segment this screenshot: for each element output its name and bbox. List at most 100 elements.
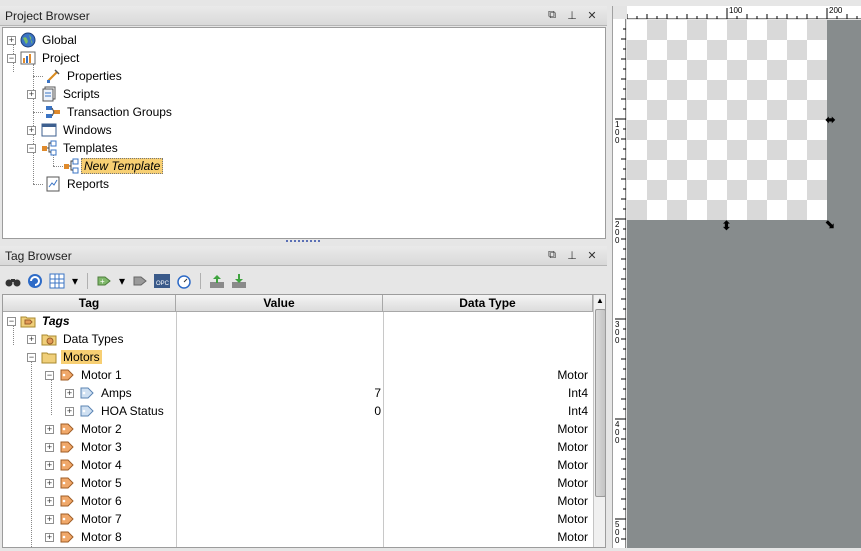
expand-icon[interactable]: + [45,424,54,434]
expand-icon[interactable]: + [27,125,36,135]
collapse-icon[interactable]: − [45,370,54,380]
tag-row-motors[interactable]: − Motors [27,348,102,366]
tag-row-hoa-status[interactable]: + HOA Status [65,402,166,420]
tag-row-motor-2[interactable]: + Motor 2 [45,420,124,438]
timer-icon[interactable] [175,272,193,290]
binoculars-icon[interactable] [4,272,22,290]
expand-icon[interactable]: + [27,89,36,99]
dropdown-icon[interactable]: ▾ [117,272,127,290]
expand-icon[interactable]: + [45,478,54,488]
vertical-scrollbar[interactable]: ▲ [593,295,605,547]
tag-row-motor-8[interactable]: + Motor 8 [45,528,124,546]
udt-tag-icon [60,513,74,525]
close-icon[interactable]: ✕ [585,248,599,262]
dropdown-icon[interactable]: ▾ [70,272,80,290]
tree-item-templates[interactable]: − Templates [27,139,120,157]
tree-item-label: Scripts [63,87,100,101]
tag-label: Amps [101,386,132,400]
tree-item-transaction-groups[interactable]: Transaction Groups [45,103,174,121]
expand-icon[interactable]: + [65,388,74,398]
designer-canvas-area: 100 200 100 200 300 400 500 ⬌ ⬍ ⬊ [612,6,861,548]
tag-label: Motor 6 [81,494,122,508]
tag-label: Motor 7 [81,512,122,526]
expand-icon[interactable]: + [45,460,54,470]
tag-label: Motor 1 [81,368,122,382]
delete-tag-icon[interactable] [131,272,149,290]
ruler-label: 500 [615,520,620,545]
collapse-icon[interactable]: − [7,316,16,326]
import-icon[interactable] [230,272,248,290]
tree-item-windows[interactable]: + Windows [27,121,114,139]
collapse-icon[interactable]: − [27,143,36,153]
expand-icon[interactable]: + [7,35,16,45]
resize-horizontal-icon[interactable]: ⬌ [825,112,836,128]
tag-row-tags[interactable]: − Tags [7,312,72,330]
tag-label: Data Types [63,332,124,346]
collapse-icon[interactable]: − [27,352,36,362]
tree-item-new-template[interactable]: New Template [63,157,164,175]
expand-icon[interactable]: + [45,532,54,542]
template-canvas[interactable] [627,20,827,220]
project-browser-title: Project Browser [5,8,90,23]
tag-row-motor-6[interactable]: + Motor 6 [45,492,124,510]
expand-icon[interactable]: + [27,334,36,344]
tree-item-project[interactable]: − Project [7,49,81,67]
column-header-tag[interactable]: Tag [3,295,176,312]
tag-row-motor-4[interactable]: + Motor 4 [45,456,124,474]
scroll-up-icon[interactable]: ▲ [596,296,604,305]
svg-text:+: + [100,277,105,286]
column-header-value[interactable]: Value [176,295,383,312]
tree-item-label: Properties [67,69,122,83]
tree-item-scripts[interactable]: + Scripts [27,85,102,103]
opc-icon[interactable]: OPC [153,272,171,290]
value-cell[interactable]: 7 [333,384,381,402]
ruler-label: 400 [615,420,620,445]
float-icon[interactable]: ⧉ [545,248,559,262]
tag-row-amps[interactable]: + Amps [65,384,134,402]
tag-row-data-types[interactable]: + Data Types [27,330,125,348]
tag-icon [80,387,94,399]
pin-icon[interactable]: ⊥ [565,8,579,22]
tree-item-reports[interactable]: Reports [45,175,111,193]
float-icon[interactable]: ⧉ [545,8,559,22]
expand-icon[interactable]: + [45,496,54,506]
expand-icon[interactable]: + [45,514,54,524]
data-type-cell: Motor [557,476,588,490]
column-header-data-type[interactable]: Data Type [383,295,593,312]
tree-connector [33,76,43,77]
expand-icon[interactable]: + [65,406,74,416]
scrollbar-thumb[interactable] [595,309,605,497]
ruler-label: 100 [729,6,743,15]
data-type-cell: Motor [557,440,588,454]
udt-tag-icon [60,531,74,543]
export-icon[interactable] [208,272,226,290]
tree-item-properties[interactable]: Properties [45,67,124,85]
tag-row-motor-3[interactable]: + Motor 3 [45,438,124,456]
tag-row-motor-7[interactable]: + Motor 7 [45,510,124,528]
tag-row-motor-5[interactable]: + Motor 5 [45,474,124,492]
tag-label: Tags [42,314,70,328]
tag-table: Tag Value Data Type − Tags + Data Types … [2,294,606,548]
pin-icon[interactable]: ⊥ [565,248,579,262]
refresh-icon[interactable] [26,272,44,290]
data-type-cell: Motor [557,458,588,472]
data-types-folder-icon [41,334,57,346]
udt-tag-icon [60,423,74,435]
resize-diagonal-icon[interactable]: ⬊ [824,216,835,232]
tree-item-global[interactable]: + Global [7,31,79,49]
add-tag-icon[interactable]: + [95,272,113,290]
close-icon[interactable]: ✕ [585,8,599,22]
grid-icon[interactable] [48,272,66,290]
vertical-ruler: 100 200 300 400 500 [613,19,626,548]
value-cell[interactable]: 0 [333,402,381,420]
tree-item-label: Global [42,33,77,47]
udt-tag-icon [60,441,74,453]
tag-row-motor-1[interactable]: − Motor 1 [45,366,124,384]
folder-open-icon [41,352,57,364]
ruler-ticks [626,8,858,19]
panel-splitter[interactable] [286,240,320,243]
expand-icon[interactable]: + [45,442,54,452]
collapse-icon[interactable]: − [7,53,16,63]
tag-label: Motor 4 [81,458,122,472]
resize-vertical-icon[interactable]: ⬍ [721,218,732,234]
